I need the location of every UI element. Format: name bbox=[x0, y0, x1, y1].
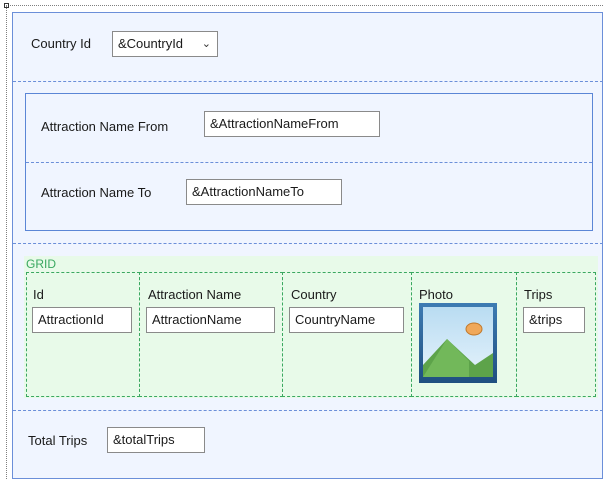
attraction-name-to-label: Attraction Name To bbox=[41, 185, 152, 200]
grid-field-attraction-name[interactable]: AttractionName bbox=[146, 307, 275, 333]
group-row-divider bbox=[26, 162, 592, 163]
country-id-label: Country Id bbox=[31, 36, 91, 51]
grid-field-country-name[interactable]: CountryName bbox=[289, 307, 404, 333]
row-divider-3 bbox=[13, 410, 603, 411]
total-trips-field[interactable]: &totalTrips bbox=[107, 427, 205, 453]
grid-field-trips[interactable]: &trips bbox=[523, 307, 585, 333]
country-id-value: &CountryId bbox=[118, 36, 184, 51]
canvas-left-border bbox=[6, 5, 7, 479]
grid-header-attraction-name: Attraction Name bbox=[148, 287, 242, 302]
grid-header-trips: Trips bbox=[524, 287, 553, 302]
attraction-name-from-field[interactable]: &AttractionNameFrom bbox=[204, 111, 380, 137]
grid-field-attraction-id[interactable]: AttractionId bbox=[32, 307, 132, 333]
grid-header-id: Id bbox=[33, 287, 44, 302]
main-table bbox=[12, 12, 603, 479]
photo-image-placeholder[interactable] bbox=[419, 303, 497, 383]
grid-header-photo: Photo bbox=[419, 287, 453, 302]
attraction-name-to-field[interactable]: &AttractionNameTo bbox=[186, 179, 342, 205]
total-trips-label: Total Trips bbox=[28, 433, 88, 448]
attraction-name-from-label: Attraction Name From bbox=[41, 119, 169, 134]
canvas-top-border bbox=[6, 5, 603, 6]
grid-title: GRID bbox=[26, 257, 56, 271]
grid-header-country: Country bbox=[291, 287, 337, 302]
row-divider-2 bbox=[13, 243, 603, 244]
image-placeholder-icon bbox=[419, 303, 497, 383]
row-divider-1 bbox=[13, 81, 603, 82]
chevron-down-icon: ⌄ bbox=[201, 38, 211, 50]
country-id-dropdown[interactable]: &CountryId ⌄ bbox=[112, 31, 218, 57]
